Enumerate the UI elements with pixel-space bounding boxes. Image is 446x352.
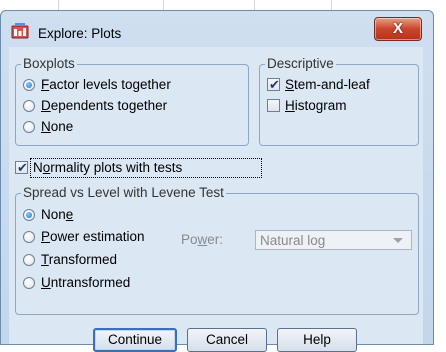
radio-label: None bbox=[41, 207, 74, 222]
radio-label: None bbox=[41, 119, 74, 134]
dialog-title: Explore: Plots bbox=[38, 26, 122, 41]
spread-legend: Spread vs Level with Levene Test bbox=[21, 185, 226, 201]
continue-button[interactable]: Continue bbox=[93, 328, 177, 352]
close-button[interactable]: X bbox=[374, 17, 422, 41]
radio-label: Factor levels together bbox=[41, 77, 171, 92]
boxplots-group: Boxplots Factor levels together Dependen… bbox=[15, 56, 249, 146]
radio-label: Power estimation bbox=[41, 229, 145, 244]
radio-button[interactable] bbox=[23, 79, 35, 91]
title-bar[interactable]: Explore: Plots X bbox=[1, 11, 433, 45]
radio-button[interactable] bbox=[23, 100, 35, 112]
descriptive-group: Descriptive Stem-and-leaf Histogram bbox=[259, 56, 419, 146]
background-strip bbox=[0, 0, 446, 10]
radio-button[interactable] bbox=[23, 121, 35, 133]
radio-button[interactable] bbox=[23, 231, 35, 243]
spss-app-icon bbox=[11, 23, 29, 39]
explore-plots-dialog: Explore: Plots X Boxplots Factor levels … bbox=[0, 10, 434, 352]
boxplots-legend: Boxplots bbox=[21, 56, 77, 72]
checkbox-label: Stem-and-leaf bbox=[285, 77, 370, 92]
help-button[interactable]: Help bbox=[277, 328, 357, 352]
checkbox[interactable] bbox=[267, 76, 280, 94]
radio-button[interactable] bbox=[23, 277, 35, 289]
cancel-button[interactable]: Cancel bbox=[187, 328, 267, 352]
power-dropdown[interactable]: Natural log bbox=[255, 230, 412, 250]
radio-label: Transformed bbox=[41, 252, 118, 267]
checkbox-label: Histogram bbox=[285, 98, 347, 113]
descriptive-legend: Descriptive bbox=[265, 56, 336, 72]
radio-button[interactable] bbox=[23, 209, 35, 221]
radio-label: Dependents together bbox=[41, 98, 168, 113]
radio-label: Untransformed bbox=[41, 275, 131, 290]
power-dropdown-value: Natural log bbox=[260, 233, 326, 248]
power-label: Power: bbox=[181, 232, 224, 247]
close-icon: X bbox=[392, 20, 403, 37]
radio-button[interactable] bbox=[23, 254, 35, 266]
checkbox[interactable] bbox=[267, 99, 280, 112]
spread-vs-level-group: Spread vs Level with Levene Test None Po… bbox=[15, 185, 419, 315]
dialog-body: Boxplots Factor levels together Dependen… bbox=[9, 47, 423, 352]
focus-rectangle bbox=[30, 158, 262, 178]
checkbox[interactable] bbox=[15, 159, 28, 177]
chevron-down-icon[interactable] bbox=[393, 238, 403, 243]
